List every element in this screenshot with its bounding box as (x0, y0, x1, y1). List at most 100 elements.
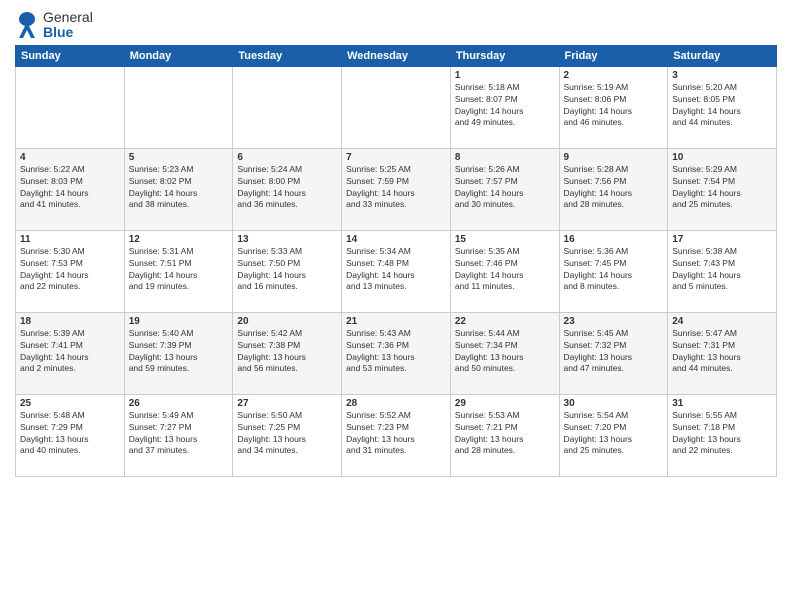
calendar-header-saturday: Saturday (668, 45, 777, 66)
day-number: 7 (346, 152, 446, 163)
day-info: Sunrise: 5:54 AM Sunset: 7:20 PM Dayligh… (564, 410, 664, 458)
calendar-cell: 26Sunrise: 5:49 AM Sunset: 7:27 PM Dayli… (124, 394, 233, 476)
day-info: Sunrise: 5:31 AM Sunset: 7:51 PM Dayligh… (129, 246, 229, 294)
calendar-cell: 11Sunrise: 5:30 AM Sunset: 7:53 PM Dayli… (16, 230, 125, 312)
day-info: Sunrise: 5:36 AM Sunset: 7:45 PM Dayligh… (564, 246, 664, 294)
calendar-cell: 31Sunrise: 5:55 AM Sunset: 7:18 PM Dayli… (668, 394, 777, 476)
calendar-cell: 1Sunrise: 5:18 AM Sunset: 8:07 PM Daylig… (450, 66, 559, 148)
day-number: 13 (237, 234, 337, 245)
day-info: Sunrise: 5:42 AM Sunset: 7:38 PM Dayligh… (237, 328, 337, 376)
day-number: 11 (20, 234, 120, 245)
calendar-cell (233, 66, 342, 148)
day-number: 2 (564, 70, 664, 81)
day-info: Sunrise: 5:53 AM Sunset: 7:21 PM Dayligh… (455, 410, 555, 458)
calendar-body: 1Sunrise: 5:18 AM Sunset: 8:07 PM Daylig… (16, 66, 777, 476)
day-info: Sunrise: 5:43 AM Sunset: 7:36 PM Dayligh… (346, 328, 446, 376)
day-number: 18 (20, 316, 120, 327)
day-number: 20 (237, 316, 337, 327)
day-info: Sunrise: 5:23 AM Sunset: 8:02 PM Dayligh… (129, 164, 229, 212)
day-number: 24 (672, 316, 772, 327)
day-number: 14 (346, 234, 446, 245)
day-info: Sunrise: 5:49 AM Sunset: 7:27 PM Dayligh… (129, 410, 229, 458)
day-info: Sunrise: 5:34 AM Sunset: 7:48 PM Dayligh… (346, 246, 446, 294)
day-info: Sunrise: 5:52 AM Sunset: 7:23 PM Dayligh… (346, 410, 446, 458)
day-number: 22 (455, 316, 555, 327)
calendar-cell: 2Sunrise: 5:19 AM Sunset: 8:06 PM Daylig… (559, 66, 668, 148)
day-number: 5 (129, 152, 229, 163)
calendar-cell (16, 66, 125, 148)
calendar-table: SundayMondayTuesdayWednesdayThursdayFrid… (15, 45, 777, 477)
day-info: Sunrise: 5:28 AM Sunset: 7:56 PM Dayligh… (564, 164, 664, 212)
day-info: Sunrise: 5:50 AM Sunset: 7:25 PM Dayligh… (237, 410, 337, 458)
day-number: 8 (455, 152, 555, 163)
calendar-cell: 24Sunrise: 5:47 AM Sunset: 7:31 PM Dayli… (668, 312, 777, 394)
calendar-header-tuesday: Tuesday (233, 45, 342, 66)
calendar-header-friday: Friday (559, 45, 668, 66)
calendar-header-sunday: Sunday (16, 45, 125, 66)
calendar-cell: 5Sunrise: 5:23 AM Sunset: 8:02 PM Daylig… (124, 148, 233, 230)
calendar-cell: 14Sunrise: 5:34 AM Sunset: 7:48 PM Dayli… (342, 230, 451, 312)
header: General Blue (15, 10, 777, 41)
day-info: Sunrise: 5:22 AM Sunset: 8:03 PM Dayligh… (20, 164, 120, 212)
calendar-cell: 6Sunrise: 5:24 AM Sunset: 8:00 PM Daylig… (233, 148, 342, 230)
calendar-week-5: 25Sunrise: 5:48 AM Sunset: 7:29 PM Dayli… (16, 394, 777, 476)
day-number: 12 (129, 234, 229, 245)
day-info: Sunrise: 5:20 AM Sunset: 8:05 PM Dayligh… (672, 82, 772, 130)
day-number: 28 (346, 398, 446, 409)
day-info: Sunrise: 5:48 AM Sunset: 7:29 PM Dayligh… (20, 410, 120, 458)
calendar-week-1: 1Sunrise: 5:18 AM Sunset: 8:07 PM Daylig… (16, 66, 777, 148)
day-number: 21 (346, 316, 446, 327)
calendar-cell: 18Sunrise: 5:39 AM Sunset: 7:41 PM Dayli… (16, 312, 125, 394)
day-number: 19 (129, 316, 229, 327)
logo-blue: Blue (43, 25, 93, 40)
calendar-cell: 4Sunrise: 5:22 AM Sunset: 8:03 PM Daylig… (16, 148, 125, 230)
day-number: 1 (455, 70, 555, 81)
day-number: 9 (564, 152, 664, 163)
day-number: 4 (20, 152, 120, 163)
day-info: Sunrise: 5:35 AM Sunset: 7:46 PM Dayligh… (455, 246, 555, 294)
calendar-cell: 10Sunrise: 5:29 AM Sunset: 7:54 PM Dayli… (668, 148, 777, 230)
day-info: Sunrise: 5:47 AM Sunset: 7:31 PM Dayligh… (672, 328, 772, 376)
calendar-cell: 7Sunrise: 5:25 AM Sunset: 7:59 PM Daylig… (342, 148, 451, 230)
day-number: 17 (672, 234, 772, 245)
logo-bird-icon (15, 10, 39, 40)
day-info: Sunrise: 5:45 AM Sunset: 7:32 PM Dayligh… (564, 328, 664, 376)
calendar-cell: 22Sunrise: 5:44 AM Sunset: 7:34 PM Dayli… (450, 312, 559, 394)
calendar-header-monday: Monday (124, 45, 233, 66)
day-info: Sunrise: 5:18 AM Sunset: 8:07 PM Dayligh… (455, 82, 555, 130)
calendar-header-wednesday: Wednesday (342, 45, 451, 66)
day-number: 25 (20, 398, 120, 409)
calendar-cell: 21Sunrise: 5:43 AM Sunset: 7:36 PM Dayli… (342, 312, 451, 394)
day-info: Sunrise: 5:33 AM Sunset: 7:50 PM Dayligh… (237, 246, 337, 294)
logo-general: General (43, 10, 93, 25)
calendar-cell: 25Sunrise: 5:48 AM Sunset: 7:29 PM Dayli… (16, 394, 125, 476)
day-number: 29 (455, 398, 555, 409)
calendar-cell: 20Sunrise: 5:42 AM Sunset: 7:38 PM Dayli… (233, 312, 342, 394)
day-info: Sunrise: 5:19 AM Sunset: 8:06 PM Dayligh… (564, 82, 664, 130)
day-info: Sunrise: 5:25 AM Sunset: 7:59 PM Dayligh… (346, 164, 446, 212)
day-info: Sunrise: 5:30 AM Sunset: 7:53 PM Dayligh… (20, 246, 120, 294)
calendar-week-4: 18Sunrise: 5:39 AM Sunset: 7:41 PM Dayli… (16, 312, 777, 394)
calendar-header-row: SundayMondayTuesdayWednesdayThursdayFrid… (16, 45, 777, 66)
calendar-page: General Blue SundayMondayTuesdayWednesda… (0, 0, 792, 612)
calendar-cell: 28Sunrise: 5:52 AM Sunset: 7:23 PM Dayli… (342, 394, 451, 476)
calendar-cell: 17Sunrise: 5:38 AM Sunset: 7:43 PM Dayli… (668, 230, 777, 312)
day-number: 10 (672, 152, 772, 163)
calendar-header-thursday: Thursday (450, 45, 559, 66)
calendar-cell: 3Sunrise: 5:20 AM Sunset: 8:05 PM Daylig… (668, 66, 777, 148)
calendar-week-2: 4Sunrise: 5:22 AM Sunset: 8:03 PM Daylig… (16, 148, 777, 230)
calendar-cell: 9Sunrise: 5:28 AM Sunset: 7:56 PM Daylig… (559, 148, 668, 230)
calendar-cell: 19Sunrise: 5:40 AM Sunset: 7:39 PM Dayli… (124, 312, 233, 394)
day-info: Sunrise: 5:39 AM Sunset: 7:41 PM Dayligh… (20, 328, 120, 376)
day-number: 15 (455, 234, 555, 245)
day-info: Sunrise: 5:38 AM Sunset: 7:43 PM Dayligh… (672, 246, 772, 294)
day-number: 31 (672, 398, 772, 409)
day-info: Sunrise: 5:44 AM Sunset: 7:34 PM Dayligh… (455, 328, 555, 376)
calendar-cell: 23Sunrise: 5:45 AM Sunset: 7:32 PM Dayli… (559, 312, 668, 394)
calendar-cell: 8Sunrise: 5:26 AM Sunset: 7:57 PM Daylig… (450, 148, 559, 230)
day-number: 3 (672, 70, 772, 81)
day-number: 6 (237, 152, 337, 163)
day-number: 27 (237, 398, 337, 409)
day-number: 26 (129, 398, 229, 409)
day-info: Sunrise: 5:55 AM Sunset: 7:18 PM Dayligh… (672, 410, 772, 458)
